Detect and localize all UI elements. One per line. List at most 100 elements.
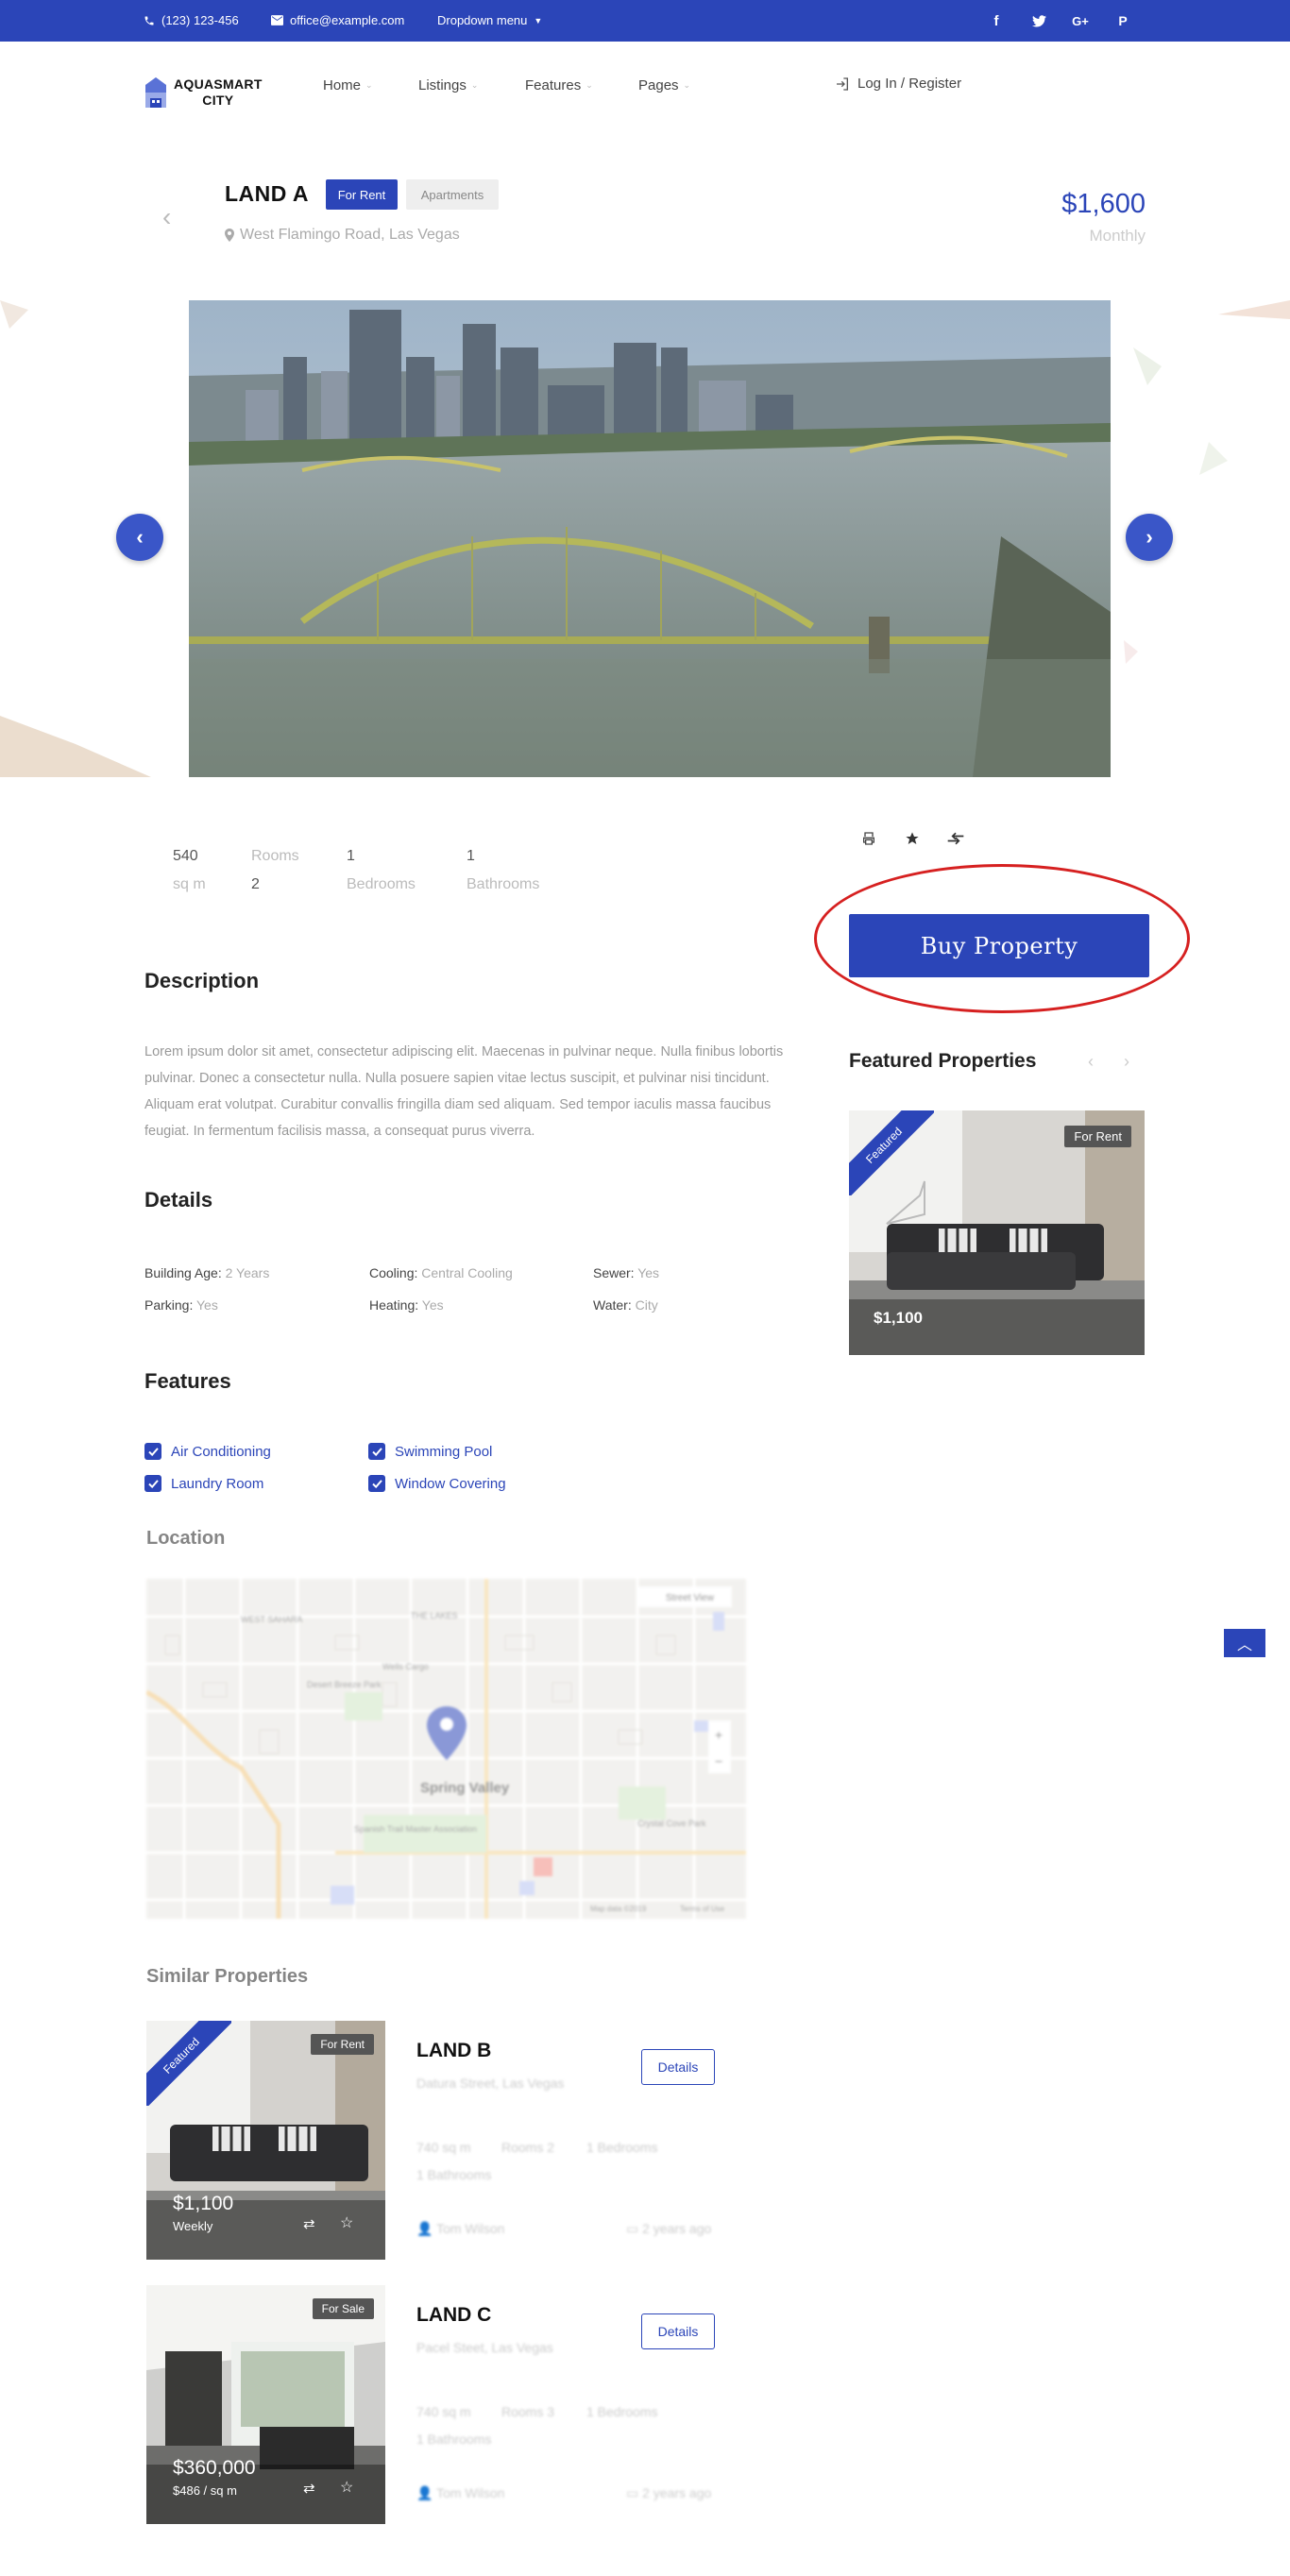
similar-title[interactable]: LAND B — [416, 2040, 491, 2062]
compare-icon[interactable]: ⇄ — [303, 2480, 315, 2497]
ribbon-label: Featured — [849, 1110, 934, 1195]
detail-cooling: Cooling: Central Cooling — [369, 1265, 513, 1280]
check-icon — [144, 1475, 161, 1492]
terms-of-use-link[interactable]: Terms of Use — [680, 1905, 725, 1913]
nav-listings[interactable]: Listings ⌄ — [418, 77, 478, 93]
print-icon[interactable] — [858, 828, 879, 849]
map-label-the-lakes: THE LAKES — [411, 1611, 458, 1620]
compare-icon[interactable]: ⇄ — [303, 2215, 315, 2232]
caret-down-icon: ▼ — [534, 15, 543, 25]
agent-name: Tom Wilson — [436, 2221, 505, 2236]
calendar-icon: ▭ — [626, 2221, 639, 2236]
similar-bathrooms: 1 Bathrooms — [416, 2432, 492, 2447]
similar-rooms: Rooms 3 — [501, 2404, 555, 2419]
dropdown-label: Dropdown menu — [437, 13, 528, 27]
similar-size: 740 sq m — [416, 2140, 471, 2155]
building-logo-icon — [145, 77, 166, 108]
feature-label: Air Conditioning — [171, 1443, 271, 1460]
featured-next-icon[interactable]: › — [1124, 1052, 1129, 1072]
similar-bedrooms: 1 Bedrooms — [586, 2140, 658, 2155]
similar-agent: 👤 Tom Wilson — [416, 2485, 504, 2501]
map-label-spring-valley: Spring Valley — [420, 1780, 510, 1796]
login-register-link[interactable]: Log In / Register — [835, 76, 961, 92]
similar-property-card[interactable]: Featured For Rent $1,100 Weekly ⇄ ☆ — [146, 2021, 385, 2260]
location-heading: Location — [146, 1528, 226, 1549]
card-price: $1,100 — [173, 2193, 234, 2214]
email-text: office@example.com — [290, 13, 405, 27]
stat-rooms-value: 2 — [251, 876, 260, 892]
details-button[interactable]: Details — [641, 2313, 715, 2349]
zoom-out-button[interactable]: − — [715, 1754, 722, 1769]
stat-size-label: sq m — [173, 876, 206, 892]
phone-contact[interactable]: (123) 123-456 — [144, 13, 239, 27]
nav-label: Features — [525, 77, 582, 93]
google-plus-icon[interactable]: G+ — [1070, 10, 1091, 31]
chevron-down-icon: ⌄ — [586, 80, 593, 90]
map-canvas: Spring Valley WEST SAHARA THE LAKES Well… — [146, 1579, 746, 1919]
logo-text: AQUASMART CITY — [174, 76, 263, 109]
status-tag: For Rent — [1064, 1126, 1131, 1147]
nav-pages[interactable]: Pages ⌄ — [638, 77, 690, 93]
buy-property-button[interactable]: Buy Property — [849, 914, 1149, 977]
star-outline-icon[interactable]: ☆ — [340, 2213, 353, 2232]
dropdown-menu[interactable]: Dropdown menu ▼ — [437, 13, 542, 27]
property-address: West Flamingo Road, Las Vegas — [225, 227, 460, 244]
featured-prev-icon[interactable]: ‹ — [1088, 1052, 1094, 1072]
phone-icon — [144, 16, 154, 25]
detail-water: Water: City — [593, 1297, 658, 1313]
city-river-image — [189, 300, 1111, 777]
featured-property-card[interactable]: Featured For Rent $1,100 — [849, 1110, 1145, 1355]
star-outline-icon[interactable]: ☆ — [340, 2478, 353, 2497]
feature-air-conditioning: Air Conditioning — [144, 1443, 271, 1460]
star-icon[interactable] — [902, 828, 923, 849]
site-logo[interactable]: AQUASMART CITY — [144, 76, 263, 110]
status-badge[interactable]: For Rent — [326, 179, 398, 210]
detail-sewer: Sewer: Yes — [593, 1265, 659, 1280]
similar-date: ▭ 2 years ago — [626, 2221, 711, 2237]
similar-title[interactable]: LAND C — [416, 2304, 491, 2327]
featured-price: $1,100 — [874, 1309, 923, 1327]
gallery-prev-button[interactable]: ‹ — [116, 514, 163, 561]
compare-icon[interactable] — [945, 828, 966, 849]
map-label-west-sahara: WEST SAHARA — [241, 1615, 302, 1624]
description-text: Lorem ipsum dolor sit amet, consectetur … — [144, 1044, 784, 1139]
featured-ribbon: Featured — [146, 2021, 231, 2106]
featured-properties-heading: Featured Properties — [849, 1050, 1037, 1072]
detail-label: Sewer: — [593, 1265, 635, 1280]
nav-features[interactable]: Features ⌄ — [525, 77, 593, 93]
chevron-left-icon: ‹ — [136, 525, 144, 549]
gallery-next-button[interactable]: › — [1126, 514, 1173, 561]
pinterest-icon[interactable]: P — [1112, 10, 1133, 31]
stat-bedrooms-label: Bedrooms — [347, 876, 416, 892]
detail-value: Central Cooling — [421, 1265, 513, 1280]
detail-value: 2 Years — [225, 1265, 270, 1280]
twitter-icon[interactable] — [1028, 10, 1049, 31]
type-badge[interactable]: Apartments — [406, 179, 499, 210]
email-contact[interactable]: office@example.com — [271, 13, 404, 27]
back-arrow-icon[interactable]: ‹ — [162, 202, 171, 232]
user-icon: 👤 — [416, 2485, 433, 2500]
check-icon — [368, 1475, 385, 1492]
similar-address: Pacel Steet, Las Vegas — [416, 2340, 553, 2355]
similar-date: ▭ 2 years ago — [626, 2485, 711, 2501]
phone-text: (123) 123-456 — [161, 13, 239, 27]
detail-heating: Heating: Yes — [369, 1297, 444, 1313]
envelope-icon — [271, 15, 283, 25]
sign-in-icon — [837, 76, 848, 91]
scroll-to-top-button[interactable]: ︿ — [1224, 1629, 1265, 1657]
similar-property-card[interactable]: For Sale $360,000 $486 / sq m ⇄ ☆ — [146, 2285, 385, 2524]
street-view-label[interactable]: Street View — [666, 1593, 715, 1603]
chevron-down-icon: ⌄ — [470, 80, 479, 90]
featured-ribbon: Featured — [849, 1110, 934, 1195]
similar-bedrooms: 1 Bedrooms — [586, 2404, 658, 2419]
map-label-desert-breeze: Desert Breeze Park — [307, 1680, 382, 1689]
property-title: LAND A — [225, 181, 310, 206]
chevron-up-icon: ︿ — [1236, 1637, 1252, 1653]
facebook-icon[interactable]: f — [986, 10, 1007, 31]
detail-value: Yes — [421, 1297, 444, 1313]
location-map[interactable]: Spring Valley WEST SAHARA THE LAKES Well… — [146, 1579, 746, 1919]
nav-home[interactable]: Home ⌄ — [323, 77, 373, 93]
property-photo-city[interactable] — [189, 300, 1111, 777]
details-button[interactable]: Details — [641, 2049, 715, 2085]
zoom-in-button[interactable]: + — [715, 1727, 722, 1742]
